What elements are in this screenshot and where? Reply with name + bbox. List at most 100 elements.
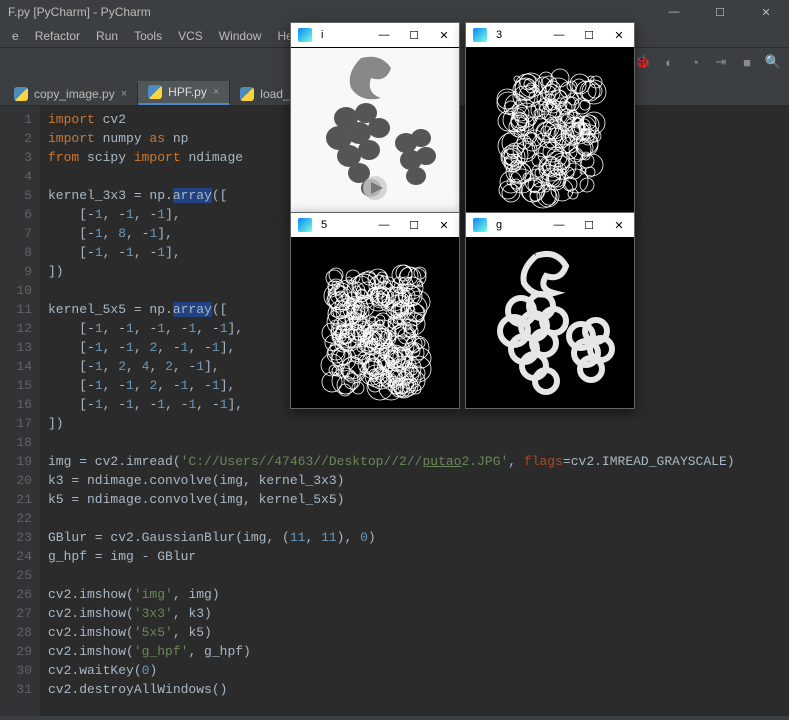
output-image xyxy=(466,47,634,213)
code-line[interactable]: cv2.waitKey(0) xyxy=(48,661,735,680)
window-minimize-button[interactable]: — xyxy=(651,0,697,24)
code-line[interactable]: GBlur = cv2.GaussianBlur(img, (11, 11), … xyxy=(48,528,735,547)
line-number: 21 xyxy=(0,490,32,509)
window-minimize-button[interactable]: — xyxy=(369,213,399,237)
profile-icon[interactable]: ◔ xyxy=(685,52,705,72)
line-number: 27 xyxy=(0,604,32,623)
window-minimize-button[interactable]: — xyxy=(544,213,574,237)
window-close-button[interactable]: ✕ xyxy=(604,213,634,237)
window-maximize-button[interactable]: ☐ xyxy=(399,213,429,237)
line-number: 19 xyxy=(0,452,32,471)
code-line[interactable]: cv2.imshow('img', img) xyxy=(48,585,735,604)
output-image xyxy=(466,237,634,408)
window-minimize-button[interactable]: — xyxy=(369,23,399,47)
tab-label: HPF.py xyxy=(168,85,207,99)
code-line[interactable] xyxy=(48,433,735,452)
output-window-title: i xyxy=(319,29,369,41)
output-image xyxy=(291,237,459,408)
line-number: 4 xyxy=(0,167,32,186)
menu-tools[interactable]: Tools xyxy=(126,27,170,45)
line-number: 17 xyxy=(0,414,32,433)
code-line[interactable] xyxy=(48,566,735,585)
line-number: 24 xyxy=(0,547,32,566)
window-close-button[interactable]: ✕ xyxy=(429,213,459,237)
tab-label: load_ xyxy=(260,87,289,101)
line-number-gutter: 1234567891011121314151617181920212223242… xyxy=(0,106,40,716)
line-number: 20 xyxy=(0,471,32,490)
line-number: 11 xyxy=(0,300,32,319)
line-number: 3 xyxy=(0,148,32,167)
window-close-button[interactable]: ✕ xyxy=(743,0,789,24)
menu-window[interactable]: Window xyxy=(211,27,270,45)
cv2-output-window[interactable]: i — ☐ ✕ xyxy=(290,22,460,214)
line-number: 5 xyxy=(0,186,32,205)
line-number: 30 xyxy=(0,661,32,680)
window-close-button[interactable]: ✕ xyxy=(429,23,459,47)
line-number: 29 xyxy=(0,642,32,661)
code-line[interactable]: img = cv2.imread('C://Users//47463//Desk… xyxy=(48,452,735,471)
line-number: 31 xyxy=(0,680,32,699)
close-icon[interactable]: × xyxy=(121,88,127,100)
output-window-titlebar[interactable]: 5 — ☐ ✕ xyxy=(291,213,459,237)
window-maximize-button[interactable]: ☐ xyxy=(697,0,743,24)
line-number: 18 xyxy=(0,433,32,452)
window-maximize-button[interactable]: ☐ xyxy=(574,23,604,47)
output-window-titlebar[interactable]: g — ☐ ✕ xyxy=(466,213,634,237)
line-number: 16 xyxy=(0,395,32,414)
debug-icon[interactable]: 🐞 xyxy=(633,52,653,72)
window-minimize-button[interactable]: — xyxy=(544,23,574,47)
app-icon xyxy=(470,215,490,235)
tab-hpf[interactable]: HPF.py × xyxy=(138,81,230,105)
app-icon xyxy=(470,25,490,45)
output-window-titlebar[interactable]: 3 — ☐ ✕ xyxy=(466,23,634,47)
line-number: 25 xyxy=(0,566,32,585)
close-icon[interactable]: × xyxy=(213,86,219,98)
code-line[interactable]: cv2.destroyAllWindows() xyxy=(48,680,735,699)
window-maximize-button[interactable]: ☐ xyxy=(574,213,604,237)
cv2-output-window[interactable]: 3 — ☐ ✕ xyxy=(465,22,635,214)
code-line[interactable]: cv2.imshow('5x5', k5) xyxy=(48,623,735,642)
line-number: 26 xyxy=(0,585,32,604)
line-number: 23 xyxy=(0,528,32,547)
code-line[interactable]: k5 = ndimage.convolve(img, kernel_5x5) xyxy=(48,490,735,509)
attach-icon[interactable]: ⇥ xyxy=(711,52,731,72)
cv2-output-window[interactable]: g — ☐ ✕ xyxy=(465,212,635,409)
window-titlebar: F.py [PyCharm] - PyCharm — ☐ ✕ xyxy=(0,0,789,24)
output-window-title: 5 xyxy=(319,219,369,231)
window-title: F.py [PyCharm] - PyCharm xyxy=(8,5,151,19)
line-number: 12 xyxy=(0,319,32,338)
code-line[interactable]: cv2.imshow('3x3', k3) xyxy=(48,604,735,623)
search-icon[interactable]: 🔍 xyxy=(763,52,783,72)
cv2-output-window[interactable]: 5 — ☐ ✕ xyxy=(290,212,460,409)
tab-copy-image[interactable]: copy_image.py × xyxy=(4,83,138,105)
menu-file[interactable]: e xyxy=(4,27,27,45)
python-file-icon xyxy=(148,85,162,99)
line-number: 13 xyxy=(0,338,32,357)
line-number: 6 xyxy=(0,205,32,224)
menu-vcs[interactable]: VCS xyxy=(170,27,211,45)
code-line[interactable]: ]) xyxy=(48,414,735,433)
code-line[interactable]: k3 = ndimage.convolve(img, kernel_3x3) xyxy=(48,471,735,490)
line-number: 14 xyxy=(0,357,32,376)
code-line[interactable]: cv2.imshow('g_hpf', g_hpf) xyxy=(48,642,735,661)
output-window-title: 3 xyxy=(494,29,544,41)
output-image xyxy=(291,47,459,213)
line-number: 7 xyxy=(0,224,32,243)
output-window-title: g xyxy=(494,219,544,231)
code-line[interactable] xyxy=(48,509,735,528)
stop-icon[interactable]: ■ xyxy=(737,52,757,72)
output-window-titlebar[interactable]: i — ☐ ✕ xyxy=(291,23,459,47)
line-number: 22 xyxy=(0,509,32,528)
menu-refactor[interactable]: Refactor xyxy=(27,27,88,45)
line-number: 9 xyxy=(0,262,32,281)
python-file-icon xyxy=(240,87,254,101)
python-file-icon xyxy=(14,87,28,101)
line-number: 15 xyxy=(0,376,32,395)
menu-run[interactable]: Run xyxy=(88,27,126,45)
code-line[interactable]: g_hpf = img - GBlur xyxy=(48,547,735,566)
coverage-icon[interactable]: ◐ xyxy=(659,52,679,72)
line-number: 10 xyxy=(0,281,32,300)
line-number: 28 xyxy=(0,623,32,642)
window-close-button[interactable]: ✕ xyxy=(604,23,634,47)
window-maximize-button[interactable]: ☐ xyxy=(399,23,429,47)
